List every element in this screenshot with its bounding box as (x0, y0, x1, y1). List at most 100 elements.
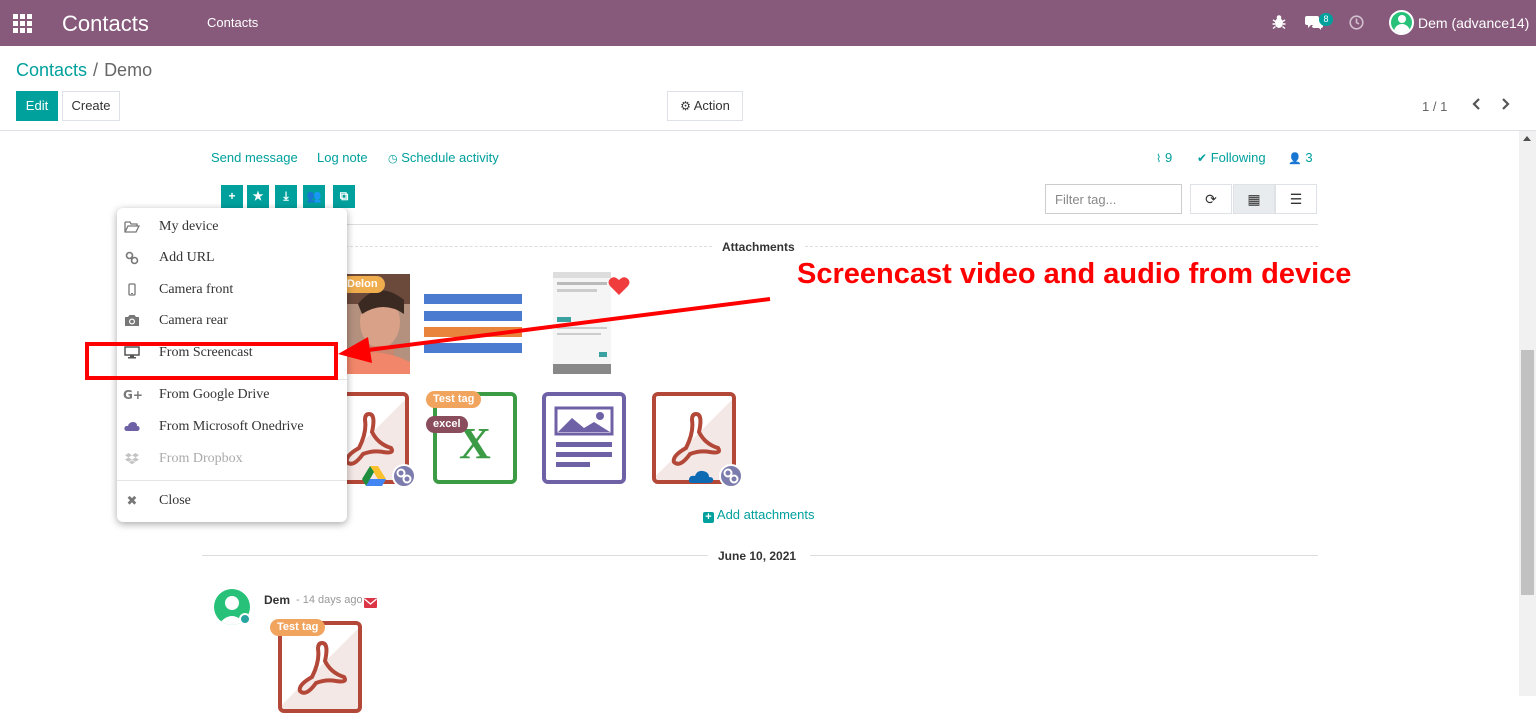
add-attachments-button[interactable]: + Add attachments (703, 507, 814, 523)
excel-type-tag: excel (426, 416, 468, 433)
breadcrumb-current: Demo (104, 60, 153, 80)
action-button[interactable]: ⚙ Action (667, 91, 743, 121)
scrollbar-thumb[interactable] (1521, 350, 1534, 595)
plus-square-icon: + (703, 512, 714, 523)
create-button[interactable]: Create (62, 91, 120, 121)
follower-count: 3 (1305, 150, 1313, 165)
attachments-title: Attachments (722, 240, 795, 254)
menu-item-close[interactable]: ✖ Close (117, 488, 347, 516)
attachments-line-right (805, 246, 1318, 247)
filter-tag-input[interactable] (1045, 184, 1182, 214)
close-icon: ✖ (126, 494, 138, 509)
envelope-icon (364, 595, 377, 608)
link-icon (123, 251, 141, 269)
menu-item-onedrive[interactable]: From Microsoft Onedrive (117, 414, 347, 442)
chatter-divider (202, 224, 1318, 225)
clock-icon: ◷ (388, 152, 398, 165)
cloud-icon (123, 420, 141, 438)
star-icon-button[interactable]: ★ (247, 185, 269, 208)
action-label: Action (693, 98, 730, 113)
gear-icon: ⚙ (680, 99, 691, 113)
pager-previous-icon[interactable] (1472, 97, 1482, 116)
folder-open-icon (123, 220, 141, 238)
schedule-activity-button[interactable]: ◷ Schedule activity (388, 150, 499, 165)
followers-button[interactable]: 👤 3 (1288, 150, 1313, 165)
create-button-label: Create (71, 98, 111, 113)
pdf-icon (344, 411, 394, 466)
pdf-icon (297, 640, 347, 695)
list-view-icon-button[interactable]: ☰ (1275, 184, 1317, 214)
menu-contacts[interactable]: Contacts (207, 15, 258, 30)
schedule-activity-label: Schedule activity (401, 150, 499, 165)
image-file-tile[interactable] (542, 392, 626, 484)
message-time: - 14 days ago (296, 594, 363, 606)
menu-item-my-device[interactable]: My device (117, 214, 347, 242)
date-line-right (810, 555, 1318, 556)
activity-clock-icon[interactable] (1349, 15, 1364, 30)
check-icon: ✔ (1197, 151, 1208, 165)
online-status-dot (239, 613, 251, 625)
pager-next-icon[interactable] (1500, 97, 1510, 116)
excel-test-tag: Test tag (426, 391, 482, 408)
date-separator: June 10, 2021 (718, 549, 797, 563)
user-avatar[interactable] (1389, 10, 1414, 35)
menu-item-google-drive[interactable]: G+ From Google Drive (117, 382, 347, 410)
menu-item-camera-rear[interactable]: Camera rear (117, 308, 347, 336)
annotation-text: Screencast video and audio from device (797, 258, 1352, 290)
annotation-arrow (338, 297, 771, 363)
pdf-icon (671, 411, 721, 466)
link-badge-icon (719, 464, 743, 488)
menu-label: Close (159, 493, 191, 508)
download-icon-button[interactable]: ⤓ (275, 185, 297, 208)
apps-menu-icon[interactable] (13, 14, 32, 33)
copy-icon-button[interactable]: ⧉ (333, 185, 355, 208)
breadcrumb-separator: / (93, 60, 99, 80)
menu-label: Camera front (159, 282, 234, 297)
message-count-badge: 8 (1319, 13, 1333, 26)
dropbox-icon (123, 452, 141, 470)
menu-label: From Dropbox (159, 451, 243, 466)
pager-value[interactable]: 1 / 1 (1422, 99, 1447, 114)
link-badge-icon (392, 464, 416, 488)
menu-divider (117, 480, 347, 481)
screencast-highlight-box (85, 342, 338, 380)
google-drive-icon (362, 466, 386, 486)
menu-label: From Microsoft Onedrive (159, 419, 304, 434)
following-label: Following (1210, 150, 1266, 165)
refresh-icon-button[interactable]: ⟳ (1190, 184, 1232, 214)
message-author[interactable]: Dem (264, 593, 290, 607)
breadcrumb-contacts[interactable]: Contacts (16, 60, 87, 80)
breadcrumb: Contacts / Demo (16, 60, 152, 81)
edit-button[interactable]: Edit (16, 91, 58, 121)
menu-item-dropbox: From Dropbox (117, 446, 347, 474)
user-menu[interactable]: Dem (advance14) (1418, 15, 1529, 31)
attachments-line-left (340, 246, 712, 247)
grid-view-icon-button[interactable]: ▦ (1233, 184, 1275, 214)
add-attachment-plus-button[interactable]: + (221, 185, 243, 208)
scroll-up-arrow-icon[interactable] (1523, 136, 1531, 141)
control-panel-divider (0, 130, 1536, 131)
image-document-icon (554, 406, 614, 467)
menu-item-camera-front[interactable]: Camera front (117, 277, 347, 305)
message-test-tag: Test tag (270, 619, 326, 636)
bug-icon[interactable] (1272, 14, 1286, 30)
attachment-count-button[interactable]: ⌇ 9 (1156, 150, 1172, 165)
send-message-button[interactable]: Send message (211, 150, 298, 165)
menu-item-add-url[interactable]: Add URL (117, 245, 347, 273)
following-button[interactable]: ✔ Following (1197, 150, 1266, 165)
menu-label: Add URL (159, 250, 215, 265)
users-icon-button[interactable]: 👥 (303, 185, 325, 208)
log-note-button[interactable]: Log note (317, 150, 368, 165)
camera-icon (123, 314, 141, 332)
add-attachments-label: Add attachments (716, 507, 815, 522)
date-line-left (202, 555, 708, 556)
app-brand[interactable]: Contacts (62, 11, 149, 37)
menu-label: Camera rear (159, 313, 228, 328)
menu-label: My device (159, 219, 219, 234)
google-plus-icon: G+ (123, 388, 143, 402)
attachment-count: 9 (1165, 150, 1173, 165)
mobile-icon (123, 283, 141, 301)
menu-label: From Google Drive (159, 387, 270, 402)
paperclip-icon: ⌇ (1156, 152, 1162, 165)
top-navbar: Contacts Contacts 8 Dem (advance14) (0, 0, 1536, 46)
